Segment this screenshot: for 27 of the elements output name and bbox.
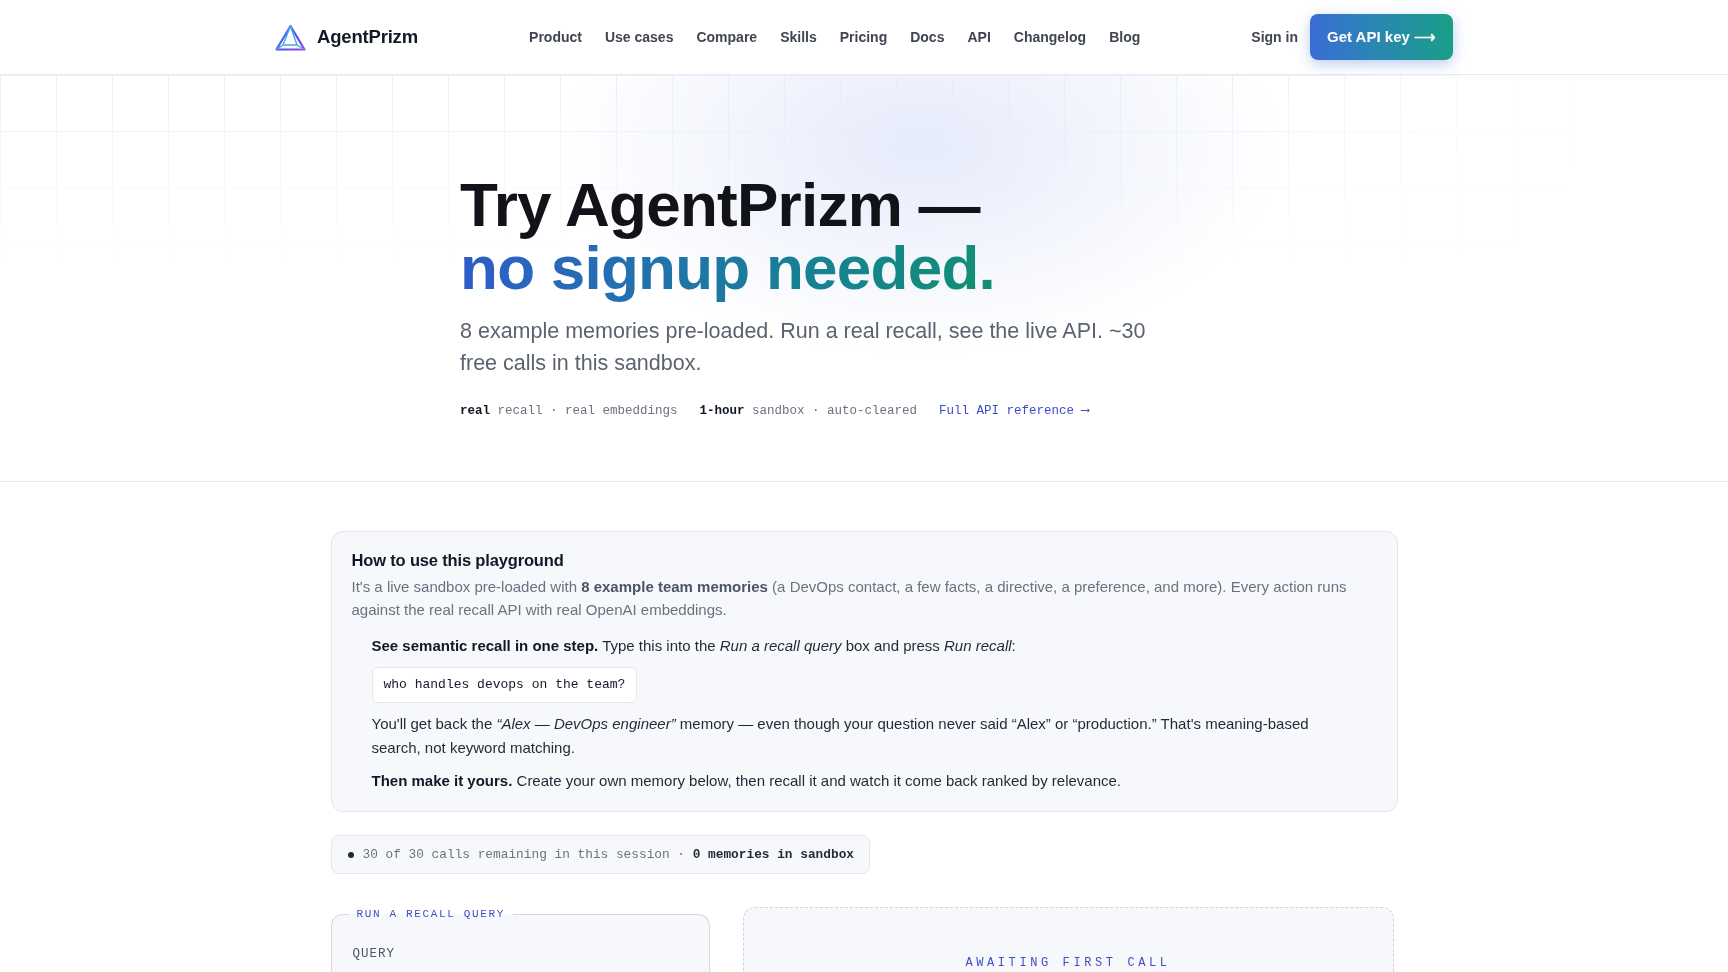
- nav-link[interactable]: Blog: [1109, 26, 1141, 48]
- awaiting-status-text: AWAITING FIRST CALL: [965, 955, 1171, 971]
- brand-name[interactable]: AgentPrizm: [317, 23, 418, 51]
- code-snippet: who handles devops on the team?: [371, 667, 638, 703]
- hero-subtitle: 8 example memories pre-loaded. Run a real recall, see the live API. ~30 free calls in this sandbox.: [460, 318, 1147, 377]
- guide-step: You'll get back the “Alex — DevOps engineer” memory — even though your question never said “Alex” or “production.” That's meaning-based search, not keyword matching.: [371, 712, 1332, 760]
- nav-link[interactable]: Product: [529, 26, 582, 48]
- session-status-text: 30 of 30 calls remaining in this session · 0 memories in sandbox: [362, 845, 854, 864]
- nav-link[interactable]: Pricing: [839, 26, 888, 48]
- nav-link[interactable]: Use cases: [604, 26, 674, 48]
- nav-link[interactable]: Changelog: [1013, 26, 1087, 48]
- guide-intro: It's a live sandbox pre-loaded with 8 example team memories (a DevOps contact, a few facts, a directive, a preference, and more). Every action runs against the real recall API with real OpenAI embeddings.: [351, 577, 1348, 620]
- field-label: QUERY: [352, 946, 395, 963]
- nav-link[interactable]: API: [967, 26, 991, 48]
- feature-tag: real recall · real embeddings: [460, 401, 678, 421]
- nav-link[interactable]: Compare: [696, 26, 758, 48]
- sign-in-link[interactable]: Sign in: [1251, 26, 1298, 48]
- guide-title: How to use this playground: [351, 550, 564, 571]
- nav-link[interactable]: Skills: [780, 26, 817, 48]
- nav-link[interactable]: Docs: [910, 26, 945, 48]
- get-api-key-button[interactable]: Get API key ⟶: [1310, 14, 1453, 60]
- guide-step: Then make it yours. Create your own memory below, then recall it and watch it come back ranked by relevance.: [371, 769, 1121, 793]
- logo-icon: [275, 23, 306, 51]
- feature-tag: 1-hour sandbox · auto-cleared: [699, 401, 918, 421]
- panel-legend: RUN A RECALL QUERY: [348, 907, 514, 921]
- api-reference-link[interactable]: Full API reference ⟶: [939, 401, 1090, 421]
- guide-step: See semantic recall in one step. Type this into the Run a recall query box and press Run recall:: [371, 634, 1016, 658]
